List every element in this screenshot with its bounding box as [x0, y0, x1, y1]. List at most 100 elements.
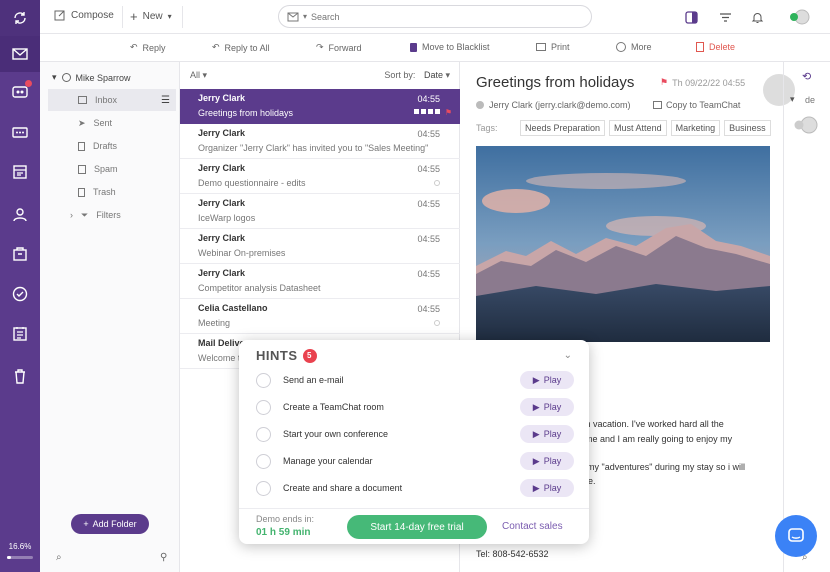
search-input[interactable]	[311, 11, 552, 22]
read-status-icon[interactable]	[434, 180, 440, 186]
message-from: Celia Castellano	[198, 303, 268, 313]
forward-button[interactable]: ↷ Forward	[316, 42, 362, 53]
reply-all-button[interactable]: ↶ Reply to All	[212, 42, 270, 53]
hint-checkbox[interactable]	[256, 426, 271, 442]
start-trial-button[interactable]: Start 14-day free trial	[347, 515, 487, 539]
play-button[interactable]: ▶ Play	[520, 371, 574, 389]
folder-spam[interactable]: Spam	[48, 158, 176, 180]
notifications-button[interactable]	[748, 8, 766, 26]
play-button[interactable]: ▶ Play	[520, 425, 574, 443]
play-label: Play	[543, 402, 562, 412]
flag-icon[interactable]: ⚑	[445, 108, 452, 117]
more-button[interactable]: More	[616, 42, 652, 52]
message-row[interactable]: Jerry Clark 04:55 Greetings from holiday…	[180, 89, 460, 124]
hint-checkbox[interactable]	[256, 453, 271, 469]
app-rail: 16.6%	[0, 0, 40, 572]
tag-chip[interactable]: Needs Preparation	[520, 120, 606, 136]
user-avatar-button[interactable]	[788, 8, 812, 26]
rail-calendar[interactable]	[0, 154, 40, 190]
hint-checkbox[interactable]	[256, 372, 271, 388]
hamburger-menu-icon[interactable]: ☰	[161, 95, 170, 106]
message-time: 04:55	[417, 269, 440, 279]
tag-chip[interactable]: Business	[724, 120, 771, 136]
tag-chip[interactable]: Must Attend	[609, 120, 667, 136]
print-button[interactable]: Print	[536, 42, 570, 52]
chevron-down-icon[interactable]: ▾	[790, 94, 795, 105]
play-button[interactable]: ▶ Play	[520, 479, 574, 497]
hint-item[interactable]: Create a TeamChat room ▶ Play	[256, 396, 574, 418]
play-icon: ▶	[532, 374, 540, 385]
tag-chip[interactable]: Marketing	[670, 120, 721, 136]
rail-chat[interactable]	[0, 74, 40, 110]
sender-line[interactable]: Jerry Clark (jerry.clark@demo.com)	[476, 100, 630, 110]
message-row[interactable]: Jerry Clark 04:55 IceWarp logos	[180, 194, 460, 229]
sort-label: Sort by:	[384, 69, 416, 80]
sync-button[interactable]	[0, 0, 40, 36]
rail-documents[interactable]	[0, 236, 40, 272]
chat-support-button[interactable]	[775, 515, 817, 557]
folder-sent[interactable]: ➤ Sent	[48, 112, 176, 134]
hints-title: HINTS	[256, 348, 298, 363]
conference-icon	[12, 127, 28, 138]
account-node[interactable]: ▾ Mike Sparrow	[52, 72, 131, 83]
filter-user-icon[interactable]: ⚲	[160, 552, 167, 563]
move-to-blacklist-button[interactable]: Move to Blacklist	[410, 42, 490, 52]
add-folder-button[interactable]: + Add Folder	[71, 514, 149, 534]
rail-tasks[interactable]	[0, 276, 40, 312]
message-actions-toolbar: ↶ Reply ↶ Reply to All ↷ Forward Move to Bl…	[40, 34, 830, 62]
message-row[interactable]: Jerry Clark 04:55 Organizer "Jerry Clark…	[180, 124, 460, 159]
play-label: Play	[543, 483, 562, 493]
print-label: Print	[551, 42, 570, 52]
filter-lines-icon	[719, 12, 731, 22]
reply-button[interactable]: ↶ Reply	[130, 42, 166, 53]
compose-button[interactable]: Compose	[54, 9, 114, 21]
participant-avatar	[792, 116, 820, 134]
flag-icon[interactable]: ⚑	[660, 77, 668, 88]
folder-inbox[interactable]: Inbox ☰	[48, 89, 176, 111]
chevron-down-icon[interactable]: ⌄	[564, 350, 572, 361]
rail-contacts[interactable]	[0, 196, 40, 232]
rail-mail[interactable]	[0, 36, 40, 72]
message-from: Jerry Clark	[198, 198, 246, 208]
new-button[interactable]: + New ▾	[130, 9, 172, 24]
avatar-icon	[790, 9, 810, 25]
rail-notes[interactable]	[0, 316, 40, 352]
read-status-icon[interactable]	[434, 320, 440, 326]
play-label: Play	[543, 375, 562, 385]
demo-countdown: 01 h 59 min	[256, 527, 311, 538]
search-box[interactable]: ▾	[278, 5, 592, 28]
hint-item[interactable]: Start your own conference ▶ Play	[256, 423, 574, 445]
contact-sales-link[interactable]: Contact sales	[502, 521, 563, 532]
play-button[interactable]: ▶ Play	[520, 452, 574, 470]
filter-dropdown[interactable]: All ▾	[190, 70, 207, 81]
hint-label: Create a TeamChat room	[283, 402, 384, 412]
hint-checkbox[interactable]	[256, 480, 271, 496]
rail-trash[interactable]	[0, 358, 40, 394]
folder-filters[interactable]: › ⏷ Filters	[48, 204, 176, 226]
message-row[interactable]: Jerry Clark 04:55 Webinar On-premises	[180, 229, 460, 264]
hint-item[interactable]: Manage your calendar ▶ Play	[256, 450, 574, 472]
folder-trash[interactable]: Trash	[48, 181, 176, 203]
filter-button[interactable]	[716, 8, 734, 26]
layout-toggle-button[interactable]	[682, 8, 700, 26]
copy-to-teamchat-button[interactable]: Copy to TeamChat	[653, 100, 740, 110]
play-button[interactable]: ▶ Play	[520, 398, 574, 416]
message-row[interactable]: Jerry Clark 04:55 Competitor analysis Da…	[180, 264, 460, 299]
reply-all-icon: ↶	[212, 42, 220, 52]
folder-drafts[interactable]: Drafts	[48, 135, 176, 157]
sort-control[interactable]: Sort by: Date ▾	[384, 70, 450, 81]
message-subject: Webinar On-premises	[198, 248, 286, 258]
message-row[interactable]: Celia Castellano 04:55 Meeting	[180, 299, 460, 334]
message-row[interactable]: Jerry Clark 04:55 Demo questionnaire - e…	[180, 159, 460, 194]
history-icon[interactable]: ⟲	[802, 70, 811, 83]
rail-conference[interactable]	[0, 114, 40, 150]
hint-item[interactable]: Send an e-mail ▶ Play	[256, 369, 574, 391]
message-from: Jerry Clark	[198, 163, 246, 173]
search-icon[interactable]: ⌕	[56, 552, 62, 563]
delete-button[interactable]: Delete	[696, 42, 735, 52]
user-icon	[61, 73, 71, 82]
message-subject: IceWarp logos	[198, 213, 256, 223]
hint-checkbox[interactable]	[256, 399, 271, 415]
right-strip: ⟲ ▾ de ⌕	[783, 62, 830, 572]
hint-item[interactable]: Create and share a document ▶ Play	[256, 477, 574, 499]
